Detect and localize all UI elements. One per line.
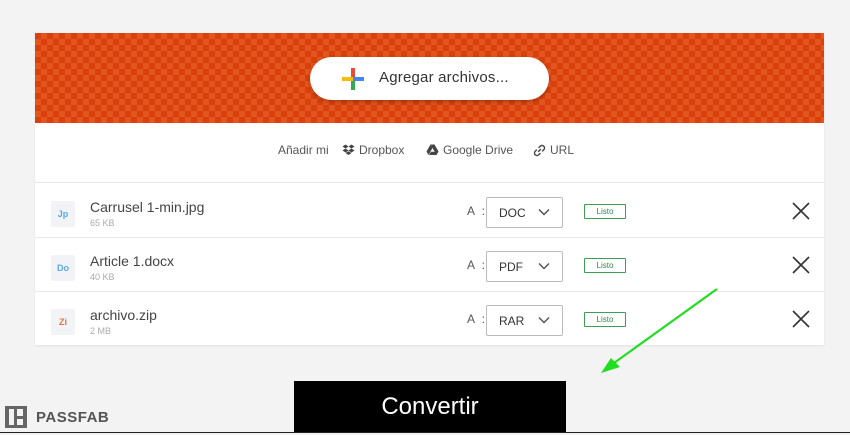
file-size: 40 KB xyxy=(90,272,115,282)
add-files-button[interactable]: Agregar archivos... xyxy=(310,57,549,100)
source-dropbox[interactable]: Dropbox xyxy=(342,143,404,157)
link-icon xyxy=(533,144,546,156)
chevron-down-icon xyxy=(538,208,550,216)
annotation-arrow xyxy=(601,288,718,373)
google-drive-icon xyxy=(426,144,439,155)
file-name: Carrusel 1-min.jpg xyxy=(90,199,205,215)
format-select[interactable]: RAR xyxy=(486,305,563,336)
file-row: Jp Carrusel 1-min.jpg 65 KB A : DOC List… xyxy=(35,184,824,238)
chevron-down-icon xyxy=(538,262,550,270)
watermark-text: PASSFAB xyxy=(36,408,110,426)
close-icon[interactable] xyxy=(791,309,811,329)
passfab-logo-icon xyxy=(5,406,27,428)
file-name: Article 1.docx xyxy=(90,253,175,269)
status-badge: Listo xyxy=(584,258,626,273)
source-google-drive[interactable]: Google Drive xyxy=(426,143,513,157)
close-icon[interactable] xyxy=(791,255,811,275)
watermark: PASSFAB xyxy=(4,405,109,429)
add-files-label: Agregar archivos... xyxy=(379,69,509,86)
source-label: Google Drive xyxy=(443,143,514,157)
format-value: RAR xyxy=(499,314,525,328)
source-label: Añadir mi xyxy=(278,143,329,157)
bottom-divider xyxy=(0,432,850,433)
file-size: 2 MB xyxy=(90,326,112,336)
format-value: PDF xyxy=(499,260,523,274)
source-label: Dropbox xyxy=(359,143,405,157)
upload-banner: Agregar archivos... xyxy=(35,33,824,123)
file-type-icon: Do xyxy=(51,255,75,281)
source-my-device[interactable]: Añadir mi xyxy=(278,143,329,157)
file-size: 65 KB xyxy=(90,218,115,228)
close-icon[interactable] xyxy=(791,201,811,221)
convert-to-label: A : xyxy=(467,312,488,326)
file-type-icon: Jp xyxy=(51,201,75,227)
convert-button[interactable]: Convertir xyxy=(294,381,566,432)
source-url[interactable]: URL xyxy=(533,143,574,157)
format-value: DOC xyxy=(499,206,526,220)
format-select[interactable]: DOC xyxy=(486,197,563,228)
file-name: archivo.zip xyxy=(90,307,157,323)
upload-sources-bar: Añadir mi Dropbox Google Drive URL xyxy=(35,123,824,183)
convert-to-label: A : xyxy=(467,204,488,218)
convert-to-label: A : xyxy=(467,258,488,272)
status-badge: Listo xyxy=(584,204,626,219)
file-type-icon: Zi xyxy=(51,309,75,335)
chevron-down-icon xyxy=(538,316,550,324)
source-label: URL xyxy=(550,143,575,157)
plus-icon xyxy=(342,68,364,90)
dropbox-icon xyxy=(342,144,355,155)
format-select[interactable]: PDF xyxy=(486,251,563,282)
